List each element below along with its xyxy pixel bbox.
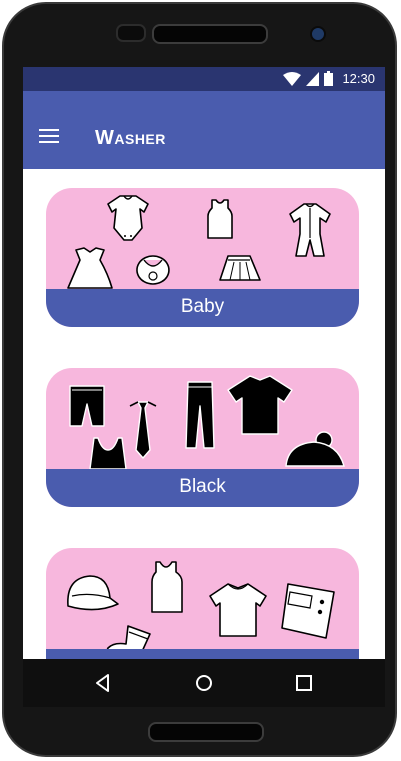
category-label: Baby (46, 289, 359, 327)
bodysuit-icon (107, 195, 149, 241)
category-card-3[interactable] (46, 548, 359, 659)
skirt-icon (219, 255, 261, 281)
home-icon[interactable] (192, 671, 216, 695)
navigation-bar (23, 659, 385, 707)
category-card-baby[interactable]: Baby (46, 188, 359, 327)
sleeper-icon (289, 203, 331, 257)
category-label (46, 649, 359, 659)
tank-top-icon (207, 199, 233, 239)
bottom-speaker (148, 722, 264, 742)
bra-top-icon (89, 437, 127, 469)
tank-top-icon (151, 561, 183, 613)
screen: 12:30 Washer Baby Black (23, 67, 385, 707)
front-camera-icon (310, 26, 326, 42)
app-bar: Washer (23, 91, 385, 169)
earpiece-speaker (152, 24, 268, 44)
battery-icon (324, 71, 334, 86)
trousers-icon (185, 381, 215, 449)
wifi-icon (283, 71, 302, 86)
tie-icon (129, 401, 157, 459)
category-label: Black (46, 469, 359, 507)
app-title: Washer (95, 127, 166, 149)
back-icon[interactable] (91, 671, 115, 695)
pocket-shorts-icon (281, 583, 335, 639)
category-card-black[interactable]: Black (46, 368, 359, 507)
shorts-icon (69, 385, 105, 427)
status-bar: 12:30 (23, 67, 385, 91)
proximity-sensor (116, 24, 146, 42)
signal-icon (306, 71, 320, 86)
card-illustration (69, 375, 345, 469)
bib-icon (136, 255, 170, 285)
beanie-icon (285, 431, 345, 467)
cap-icon (67, 575, 119, 611)
baby-dress-icon (67, 247, 113, 289)
card-illustration (67, 195, 331, 289)
tshirt-icon (227, 375, 293, 435)
status-time: 12:30 (342, 71, 375, 86)
hamburger-menu-icon[interactable] (39, 129, 59, 145)
recents-icon[interactable] (292, 671, 316, 695)
card-illustration (67, 561, 335, 659)
tshirt-icon (209, 583, 267, 637)
category-list[interactable]: Baby Black (23, 169, 385, 659)
